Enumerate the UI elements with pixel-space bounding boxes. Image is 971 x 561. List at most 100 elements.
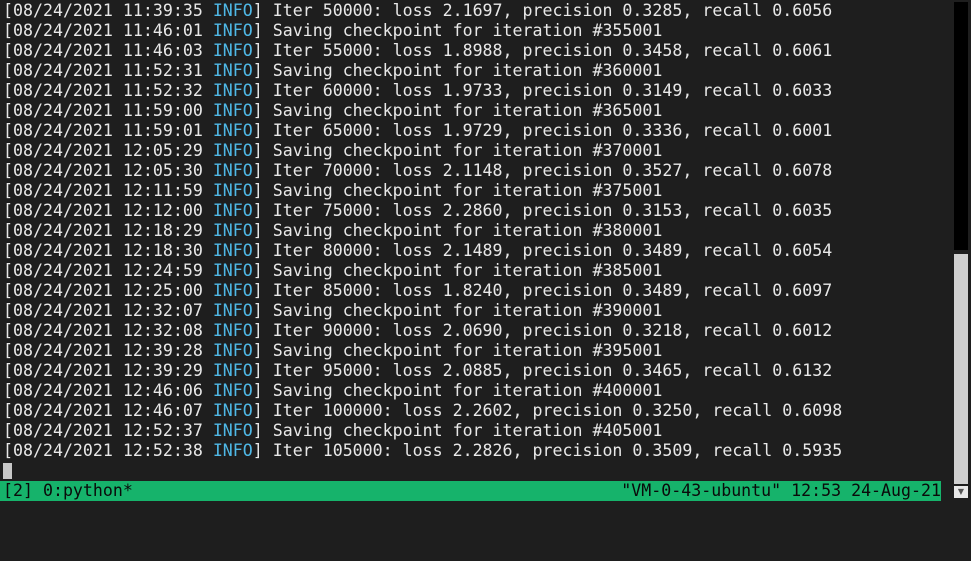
log-message: ] Saving checkpoint for iteration #40000… — [252, 381, 663, 400]
log-message: ] Saving checkpoint for iteration #35500… — [252, 21, 663, 40]
log-message: ] Saving checkpoint for iteration #36500… — [252, 101, 663, 120]
tmux-host-clock: "VM-0-43-ubuntu" 12:53 24-Aug-21 — [621, 481, 941, 500]
log-message: ] Saving checkpoint for iteration #39000… — [252, 301, 663, 320]
log-line: [08/24/2021 12:32:07 INFO] Saving checkp… — [3, 301, 948, 321]
log-timestamp: [08/24/2021 11:52:32 — [3, 81, 203, 100]
log-line: [08/24/2021 12:05:30 INFO] Iter 70000: l… — [3, 161, 948, 181]
log-level: INFO — [212, 361, 253, 380]
log-line: [08/24/2021 12:12:00 INFO] Iter 75000: l… — [3, 201, 948, 221]
log-level: INFO — [212, 81, 253, 100]
log-message: ] Iter 95000: loss 2.0885, precision 0.3… — [252, 361, 833, 380]
log-line: [08/24/2021 12:39:28 INFO] Saving checkp… — [3, 341, 948, 361]
log-message: ] Saving checkpoint for iteration #40500… — [252, 421, 663, 440]
log-timestamp: [08/24/2021 11:46:01 — [3, 21, 203, 40]
log-line: [08/24/2021 12:46:07 INFO] Iter 100000: … — [3, 401, 948, 421]
log-line: [08/24/2021 12:18:29 INFO] Saving checkp… — [3, 221, 948, 241]
log-timestamp: [08/24/2021 12:24:59 — [3, 261, 203, 280]
log-message: ] Saving checkpoint for iteration #38500… — [252, 261, 663, 280]
log-level: INFO — [212, 61, 253, 80]
log-timestamp: [08/24/2021 12:25:00 — [3, 281, 203, 300]
log-level: INFO — [212, 121, 253, 140]
log-line: [08/24/2021 11:52:32 INFO] Iter 60000: l… — [3, 81, 948, 101]
log-message: ] Iter 60000: loss 1.9733, precision 0.3… — [252, 81, 833, 100]
log-line: [08/24/2021 12:05:29 INFO] Saving checkp… — [3, 141, 948, 161]
log-timestamp: [08/24/2021 12:52:38 — [3, 441, 203, 460]
log-level: INFO — [212, 401, 253, 420]
log-message: ] Iter 65000: loss 1.9729, precision 0.3… — [252, 121, 833, 140]
log-level: INFO — [212, 381, 253, 400]
log-timestamp: [08/24/2021 12:18:29 — [3, 221, 203, 240]
log-timestamp: [08/24/2021 11:46:03 — [3, 41, 203, 60]
log-level: INFO — [212, 341, 253, 360]
terminal-window[interactable]: [08/24/2021 11:39:35 INFO] Iter 50000: l… — [0, 0, 971, 506]
log-line: [08/24/2021 11:52:31 INFO] Saving checkp… — [3, 61, 948, 81]
log-message: ] Saving checkpoint for iteration #37000… — [252, 141, 663, 160]
log-level: INFO — [212, 421, 253, 440]
log-message: ] Iter 100000: loss 2.2602, precision 0.… — [252, 401, 843, 420]
log-level: INFO — [212, 21, 253, 40]
log-message: ] Iter 75000: loss 2.2860, precision 0.3… — [252, 201, 833, 220]
log-message: ] Iter 70000: loss 2.1148, precision 0.3… — [252, 161, 833, 180]
log-message: ] Iter 90000: loss 2.0690, precision 0.3… — [252, 321, 833, 340]
log-timestamp: [08/24/2021 11:59:01 — [3, 121, 203, 140]
tmux-window-list[interactable]: [2] 0:python* — [3, 481, 133, 501]
log-line: [08/24/2021 11:59:01 INFO] Iter 65000: l… — [3, 121, 948, 141]
log-level: INFO — [212, 201, 253, 220]
log-message: ] Iter 105000: loss 2.2826, precision 0.… — [252, 441, 843, 460]
log-line: [08/24/2021 12:32:08 INFO] Iter 90000: l… — [3, 321, 948, 341]
log-line: [08/24/2021 12:24:59 INFO] Saving checkp… — [3, 261, 948, 281]
log-level: INFO — [212, 241, 253, 260]
log-message: ] Iter 50000: loss 2.1697, precision 0.3… — [252, 1, 833, 20]
scrollbar-track-upper[interactable] — [954, 2, 968, 250]
log-timestamp: [08/24/2021 12:46:07 — [3, 401, 203, 420]
log-timestamp: [08/24/2021 12:39:29 — [3, 361, 203, 380]
log-timestamp: [08/24/2021 12:18:30 — [3, 241, 203, 260]
log-level: INFO — [212, 221, 253, 240]
scroll-down-arrow-icon[interactable]: ▼ — [954, 486, 968, 498]
log-timestamp: [08/24/2021 12:46:06 — [3, 381, 203, 400]
prompt-line[interactable] — [3, 461, 948, 479]
log-level: INFO — [212, 181, 253, 200]
log-message: ] Saving checkpoint for iteration #36000… — [252, 61, 663, 80]
log-line: [08/24/2021 12:46:06 INFO] Saving checkp… — [3, 381, 948, 401]
log-level: INFO — [212, 281, 253, 300]
log-message: ] Saving checkpoint for iteration #39500… — [252, 341, 663, 360]
log-line: [08/24/2021 12:25:00 INFO] Iter 85000: l… — [3, 281, 948, 301]
log-timestamp: [08/24/2021 11:39:35 — [3, 1, 203, 20]
log-message: ] Saving checkpoint for iteration #38000… — [252, 221, 663, 240]
log-timestamp: [08/24/2021 12:32:07 — [3, 301, 203, 320]
log-line: [08/24/2021 11:46:03 INFO] Iter 55000: l… — [3, 41, 948, 61]
log-message: ] Iter 80000: loss 2.1489, precision 0.3… — [252, 241, 833, 260]
log-timestamp: [08/24/2021 12:39:28 — [3, 341, 203, 360]
log-message: ] Iter 85000: loss 1.8240, precision 0.3… — [252, 281, 833, 300]
log-line: [08/24/2021 12:52:37 INFO] Saving checkp… — [3, 421, 948, 441]
log-message: ] Saving checkpoint for iteration #37500… — [252, 181, 663, 200]
scrollbar-thumb[interactable] — [954, 254, 968, 484]
log-level: INFO — [212, 161, 253, 180]
log-level: INFO — [212, 261, 253, 280]
log-line: [08/24/2021 12:52:38 INFO] Iter 105000: … — [3, 441, 948, 461]
log-timestamp: [08/24/2021 12:32:08 — [3, 321, 203, 340]
log-line: [08/24/2021 12:11:59 INFO] Saving checkp… — [3, 181, 948, 201]
log-line: [08/24/2021 12:18:30 INFO] Iter 80000: l… — [3, 241, 948, 261]
log-timestamp: [08/24/2021 12:05:30 — [3, 161, 203, 180]
log-level: INFO — [212, 141, 253, 160]
log-message: ] Iter 55000: loss 1.8988, precision 0.3… — [252, 41, 833, 60]
log-line: [08/24/2021 12:39:29 INFO] Iter 95000: l… — [3, 361, 948, 381]
log-line: [08/24/2021 11:39:35 INFO] Iter 50000: l… — [3, 1, 948, 21]
log-line: [08/24/2021 11:59:00 INFO] Saving checkp… — [3, 101, 948, 121]
log-level: INFO — [212, 321, 253, 340]
log-line: [08/24/2021 11:46:01 INFO] Saving checkp… — [3, 21, 948, 41]
log-level: INFO — [212, 101, 253, 120]
log-timestamp: [08/24/2021 12:11:59 — [3, 181, 203, 200]
text-cursor — [3, 463, 12, 479]
log-level: INFO — [212, 1, 253, 20]
log-timestamp: [08/24/2021 11:59:00 — [3, 101, 203, 120]
tmux-status-bar: [2] 0:python* "VM-0-43-ubuntu" 12:53 24-… — [0, 481, 941, 501]
terminal-output[interactable]: [08/24/2021 11:39:35 INFO] Iter 50000: l… — [3, 1, 948, 479]
vertical-scrollbar[interactable]: ▼ — [951, 0, 971, 506]
log-timestamp: [08/24/2021 11:52:31 — [3, 61, 203, 80]
log-timestamp: [08/24/2021 12:52:37 — [3, 421, 203, 440]
log-level: INFO — [212, 41, 253, 60]
log-timestamp: [08/24/2021 12:05:29 — [3, 141, 203, 160]
